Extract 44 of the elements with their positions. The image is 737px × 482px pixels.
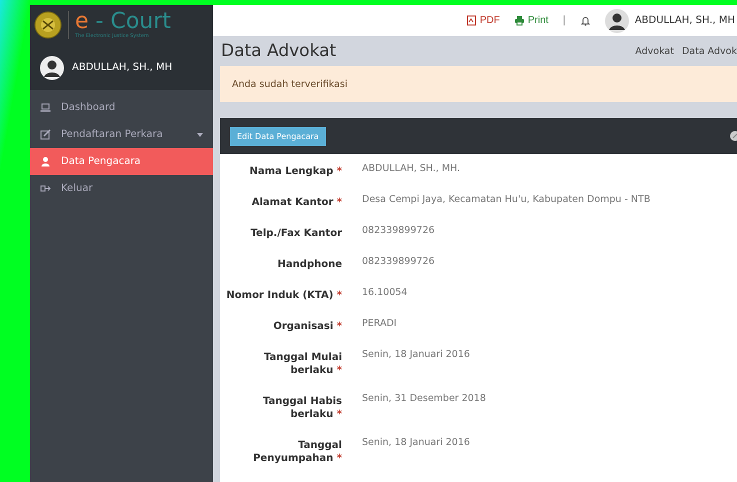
field-label: Alamat Kantor * — [250, 196, 342, 210]
field-label: Tanggal Mulai berlaku * — [262, 351, 342, 378]
edit-icon — [40, 129, 51, 140]
sidebar-item[interactable]: Keluar — [30, 175, 213, 202]
sidebar-item[interactable]: Dashboard — [30, 94, 213, 121]
field-label: Tanggal Penyumpahan * — [252, 439, 342, 466]
field-value: 082339899726 — [362, 224, 436, 238]
page-title: Data Advokat — [221, 41, 336, 62]
field-label: Telp./Fax Kantor — [250, 227, 342, 241]
field-value: Senin, 31 Desember 2018 — [362, 392, 487, 406]
field-label: Handphone — [276, 258, 342, 272]
user-name: ABDULLAH, SH., MH — [72, 62, 172, 73]
field-value: Senin, 18 Januari 2016 — [362, 436, 471, 450]
alert-text: Anda sudah terverifikasi — [232, 78, 348, 90]
sidebar-item[interactable]: Pendaftaran Perkara — [30, 121, 213, 148]
document-icon — [466, 15, 477, 26]
circle-icon[interactable] — [730, 131, 737, 141]
edit-button[interactable]: Edit Data Pengacara — [230, 126, 326, 146]
breadcrumb-link[interactable]: Data Advok — [682, 46, 737, 57]
field-label: Organisasi * — [272, 320, 342, 334]
sidebar-item[interactable]: Data Pengacara — [30, 148, 213, 175]
exit-icon — [40, 183, 51, 194]
field-value: 082339899726 — [362, 255, 436, 269]
field-label: Nama Lengkap * — [248, 165, 342, 179]
printer-icon — [514, 15, 525, 26]
field-value: PERADI — [362, 317, 398, 331]
bell-icon[interactable] — [580, 15, 591, 26]
field-value: Desa Cempi Jaya, Kecamatan Hu'u, Kabupaten Dompu - NTB — [362, 193, 652, 207]
avatar-icon — [40, 56, 64, 80]
user-icon — [40, 156, 51, 167]
field-value: 16.10054 — [362, 286, 408, 300]
field-label: Nomor Induk (KTA) * — [225, 289, 342, 303]
pdf-button[interactable]: PDF — [466, 15, 500, 26]
avatar-icon[interactable] — [604, 8, 629, 33]
breadcrumb-link[interactable]: Advokat — [635, 46, 674, 57]
print-button[interactable]: Print — [514, 15, 548, 26]
field-label: Tanggal Habis berlaku * — [262, 395, 342, 422]
app-title: e - Court — [75, 11, 171, 33]
laptop-icon — [40, 102, 51, 113]
user-name[interactable]: ABDULLAH, SH., MH — [634, 15, 735, 26]
separator: | — [562, 15, 566, 26]
emblem-icon — [34, 11, 62, 39]
field-value: Senin, 18 Januari 2016 — [362, 348, 471, 362]
field-value: ABDULLAH, SH., MH. — [362, 162, 462, 176]
